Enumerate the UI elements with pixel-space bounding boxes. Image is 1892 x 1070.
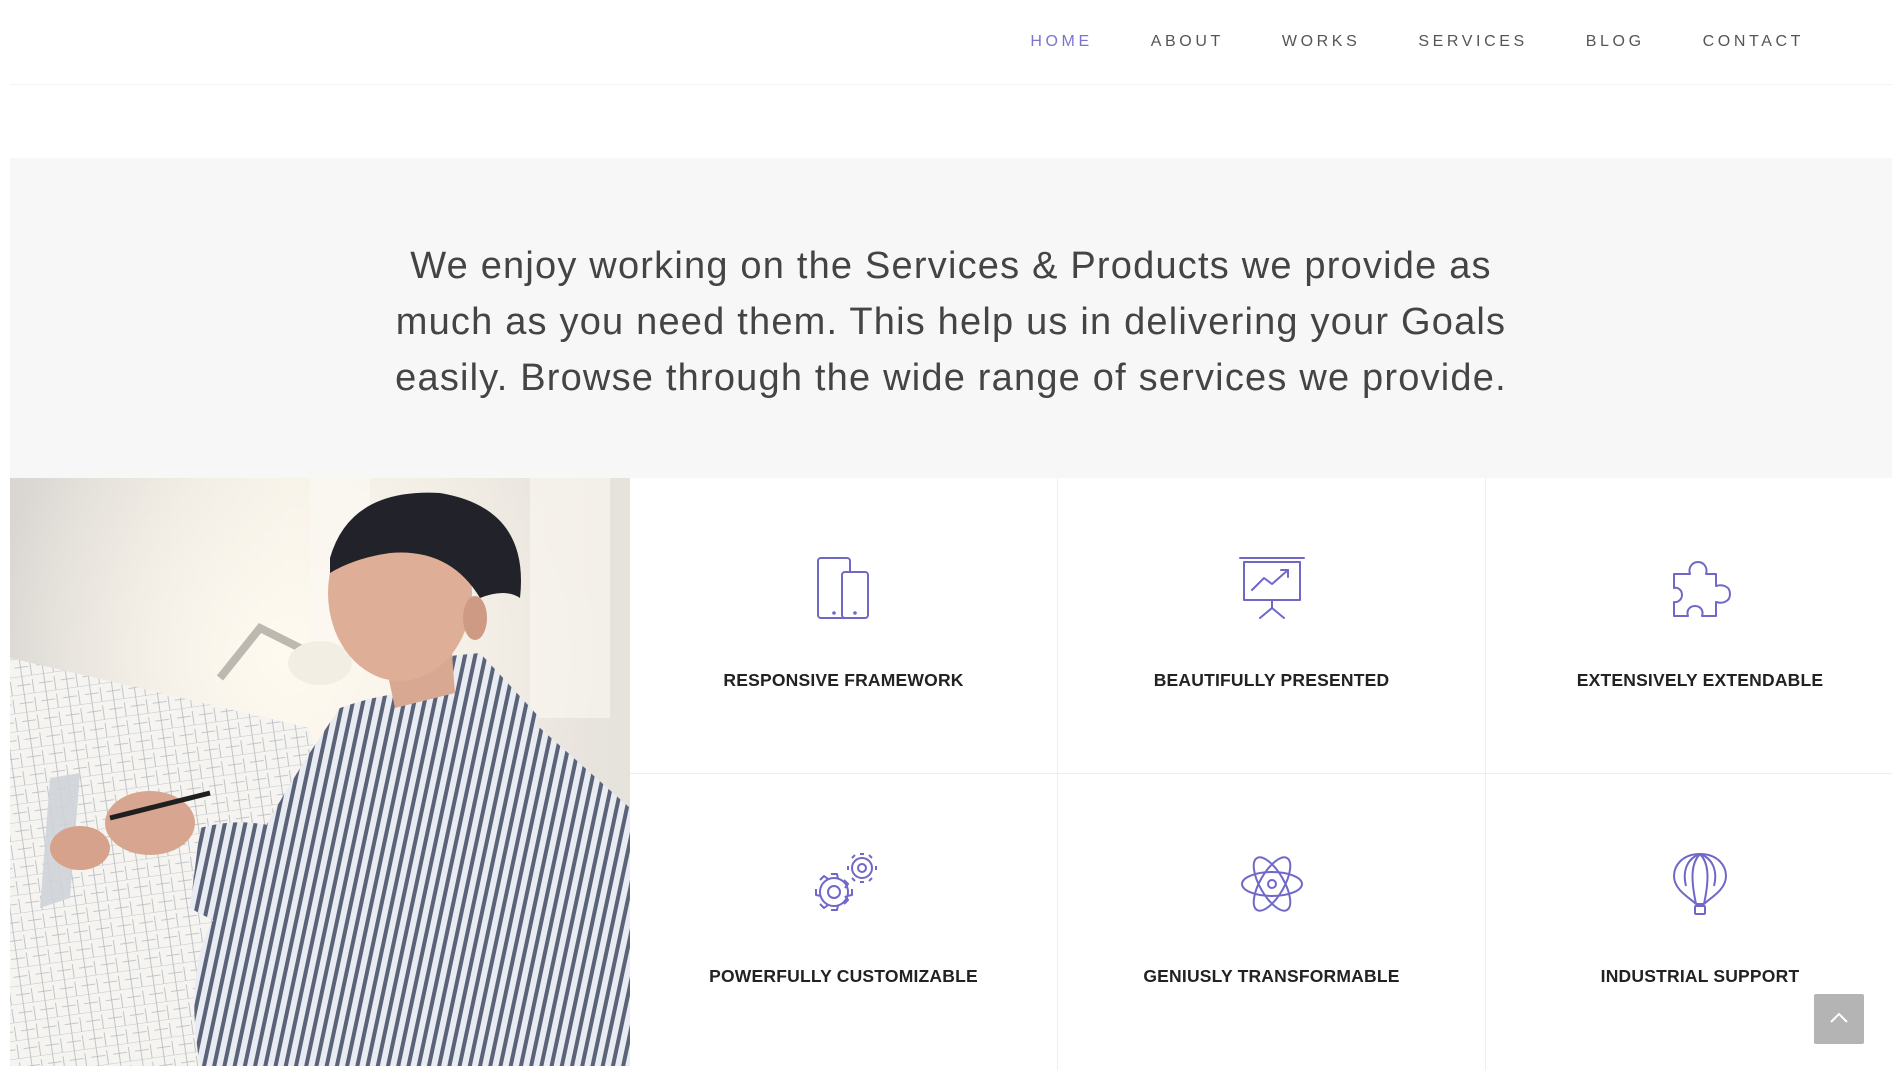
feature-card: RESPONSIVE FRAMEWORK bbox=[630, 478, 1058, 774]
main-nav: HOME ABOUT WORKS SERVICES BLOG CONTACT bbox=[972, 0, 1804, 84]
intro-section: We enjoy working on the Services & Produ… bbox=[10, 158, 1892, 478]
gears-icon bbox=[814, 853, 877, 911]
feature-card: POWERFULLY CUSTOMIZABLE bbox=[630, 774, 1058, 1070]
architect-drawing-illustration bbox=[10, 478, 630, 1066]
feature-card: GENIUSLY TRANSFORMABLE bbox=[1058, 774, 1486, 1070]
presentation-icon bbox=[1238, 557, 1305, 619]
feature-title: EXTENSIVELY EXTENDABLE bbox=[1576, 670, 1824, 690]
architect-photo bbox=[10, 478, 630, 1066]
atom-icon bbox=[1240, 856, 1303, 912]
nav-item-blog[interactable]: BLOG bbox=[1586, 33, 1645, 51]
feature-title: BEAUTIFULLY PRESENTED bbox=[1153, 670, 1390, 690]
intro-text: We enjoy working on the Services & Produ… bbox=[395, 245, 1507, 399]
features-grid: RESPONSIVE FRAMEWORK BEAUTIFULLY PRESENT… bbox=[630, 478, 1892, 1070]
nav-item-works[interactable]: WORKS bbox=[1282, 33, 1360, 51]
feature-title: RESPONSIVE FRAMEWORK bbox=[723, 670, 964, 690]
balloon-icon bbox=[1673, 853, 1727, 915]
feature-card: BEAUTIFULLY PRESENTED bbox=[1058, 478, 1486, 774]
feature-card: EXTENSIVELY EXTENDABLE bbox=[1486, 478, 1892, 774]
puzzle-icon bbox=[1673, 561, 1731, 617]
scroll-to-top-button[interactable] bbox=[1814, 994, 1864, 1044]
chevron-up-icon bbox=[1830, 1012, 1848, 1023]
devices-icon bbox=[816, 557, 869, 619]
feature-title: GENIUSLY TRANSFORMABLE bbox=[1143, 966, 1400, 986]
nav-item-services[interactable]: SERVICES bbox=[1418, 33, 1527, 51]
feature-title: INDUSTRIAL SUPPORT bbox=[1600, 966, 1800, 986]
nav-item-about[interactable]: ABOUT bbox=[1151, 33, 1224, 51]
feature-title: POWERFULLY CUSTOMIZABLE bbox=[709, 966, 978, 986]
navbar: HOME ABOUT WORKS SERVICES BLOG CONTACT bbox=[10, 0, 1892, 85]
nav-item-contact[interactable]: CONTACT bbox=[1703, 33, 1804, 51]
nav-item-home[interactable]: HOME bbox=[1030, 33, 1092, 51]
